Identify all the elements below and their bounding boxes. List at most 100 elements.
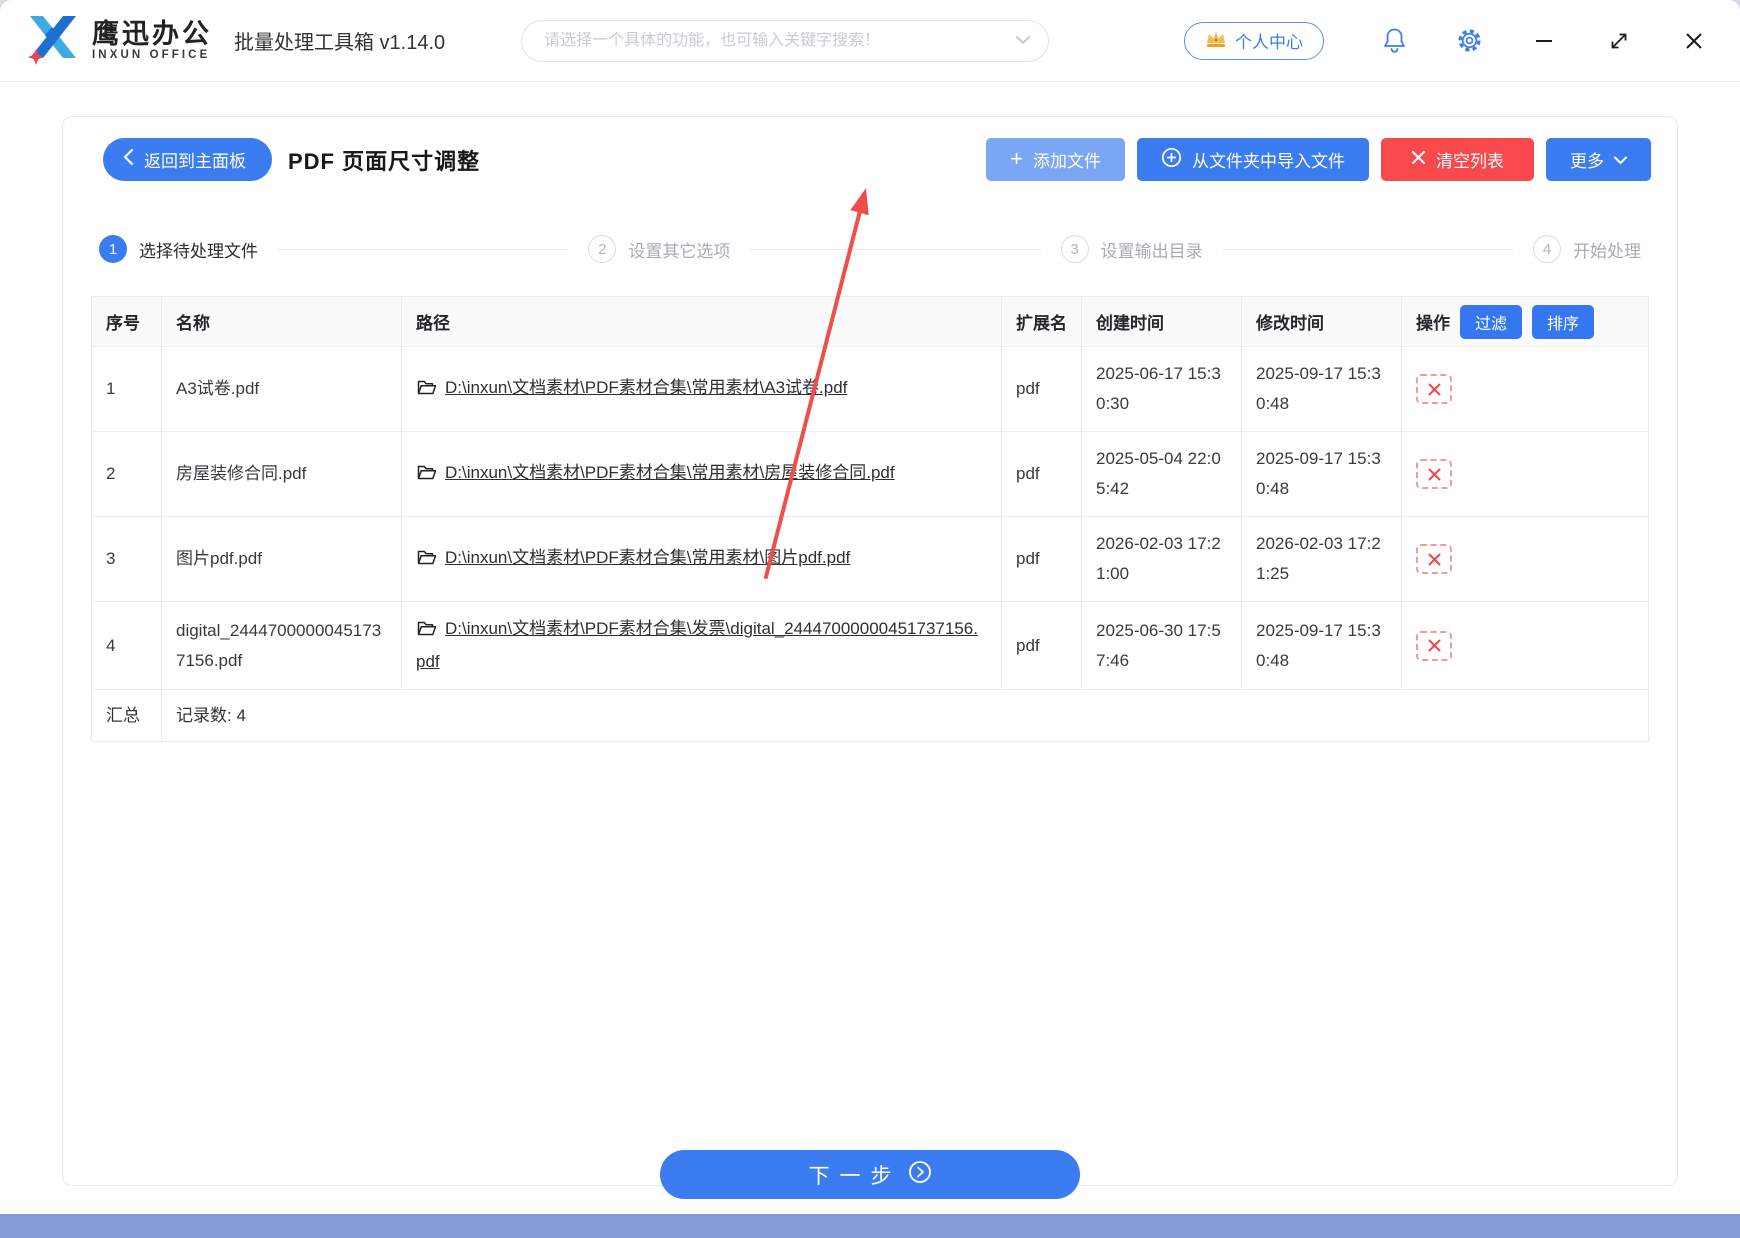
cell-ext: pdf <box>1001 601 1082 690</box>
maximize-button[interactable] <box>1605 27 1633 55</box>
cell-path: D:\inxun\文档素材\PDF素材合集\常用素材\图片pdf.pdf <box>401 516 1002 602</box>
cell-path: D:\inxun\文档素材\PDF素材合集\常用素材\房屋装修合同.pdf <box>401 431 1002 517</box>
step-indicator: 1 选择待处理文件 2 设置其它选项 3 设置输出目录 4 开始处理 <box>63 235 1677 263</box>
more-label: 更多 <box>1570 152 1604 171</box>
back-to-dashboard-button[interactable]: 返回到主面板 <box>103 138 272 181</box>
cell-name: digital_24447000000451737156.pdf <box>161 601 402 690</box>
more-button[interactable]: 更多 <box>1546 138 1651 181</box>
step-3-label: 设置输出目录 <box>1100 241 1203 261</box>
step-4-label: 开始处理 <box>1572 241 1641 261</box>
cell-modified: 2026-02-03 17:21:25 <box>1241 516 1402 602</box>
personal-center-button[interactable]: 个人中心 <box>1184 21 1324 60</box>
cell-name: 图片pdf.pdf <box>161 516 402 602</box>
add-files-button[interactable]: + 添加文件 <box>986 138 1125 181</box>
logo-cn-text: 鹰迅办公 <box>92 19 212 50</box>
step-connector <box>750 248 1041 250</box>
next-step-button[interactable]: 下一步 <box>660 1150 1080 1199</box>
chevron-down-icon[interactable] <box>1016 32 1031 50</box>
back-button-label: 返回到主面板 <box>144 152 246 171</box>
cell-actions <box>1401 601 1649 690</box>
cell-ext: pdf <box>1001 431 1082 517</box>
step-1-select-files: 1 选择待处理文件 <box>99 235 258 263</box>
chevron-left-icon <box>123 148 134 171</box>
delete-row-button[interactable] <box>1416 544 1452 574</box>
step-4-number: 4 <box>1532 235 1561 263</box>
cell-ext: pdf <box>1001 516 1082 602</box>
plus-icon: + <box>1010 145 1023 171</box>
cell-created: 2025-05-04 22:05:42 <box>1081 431 1242 517</box>
open-folder-icon <box>416 376 437 406</box>
cell-index: 2 <box>91 431 162 517</box>
sort-button[interactable]: 排序 <box>1532 304 1595 339</box>
page-title: PDF 页面尺寸调整 <box>288 148 481 174</box>
step-1-number: 1 <box>99 235 127 263</box>
col-header-name: 名称 <box>161 296 402 347</box>
step-connector <box>278 248 569 250</box>
next-step-label: 下一步 <box>808 1164 902 1188</box>
cell-name: 房屋装修合同.pdf <box>161 431 402 517</box>
col-header-modified: 修改时间 <box>1241 296 1402 347</box>
cell-modified: 2025-09-17 15:30:48 <box>1241 431 1402 517</box>
crown-icon <box>1205 29 1227 53</box>
cell-created: 2026-02-03 17:21:00 <box>1081 516 1242 602</box>
app-window: 鹰迅办公 INXUN OFFICE 批量处理工具箱 v1.14.0 个人中心 <box>0 0 1740 1214</box>
clear-list-button[interactable]: 清空列表 <box>1381 138 1534 181</box>
logo-x-icon <box>24 11 80 70</box>
tool-panel: 返回到主面板 PDF 页面尺寸调整 + 添加文件 从文件夹中导入文件 清空列表 … <box>62 116 1678 1186</box>
col-header-index: 序号 <box>91 296 162 347</box>
cell-name: A3试卷.pdf <box>161 346 402 432</box>
delete-row-button[interactable] <box>1416 459 1452 489</box>
cell-index: 3 <box>91 516 162 602</box>
col-header-actions: 操作 过滤 排序 <box>1401 296 1649 347</box>
add-files-label: 添加文件 <box>1033 152 1101 171</box>
desktop-edge-strip <box>0 1214 1740 1238</box>
col-header-path: 路径 <box>401 296 1002 347</box>
circle-plus-icon <box>1161 147 1182 173</box>
circle-arrow-right-icon <box>908 1160 932 1190</box>
file-path-link[interactable]: D:\inxun\文档素材\PDF素材合集\常用素材\A3试卷.pdf <box>445 378 847 397</box>
settings-gear-icon[interactable] <box>1455 27 1483 55</box>
import-folder-label: 从文件夹中导入文件 <box>1192 152 1345 171</box>
open-folder-icon <box>416 617 437 647</box>
step-3-number: 3 <box>1060 235 1089 263</box>
step-2-label: 设置其它选项 <box>628 241 731 261</box>
app-logo: 鹰迅办公 INXUN OFFICE <box>24 11 212 70</box>
close-button[interactable] <box>1680 27 1708 55</box>
col-header-ext: 扩展名 <box>1001 296 1082 347</box>
file-path-link[interactable]: D:\inxun\文档素材\PDF素材合集\发票\digital_2444700… <box>416 619 978 671</box>
summary-row: 汇总 记录数: 4 <box>91 689 1649 742</box>
step-4-start: 4 开始处理 <box>1532 235 1641 263</box>
chevron-down-icon <box>1614 150 1627 170</box>
cell-ext: pdf <box>1001 346 1082 432</box>
delete-row-button[interactable] <box>1416 374 1452 404</box>
topbar: 鹰迅办公 INXUN OFFICE 批量处理工具箱 v1.14.0 个人中心 <box>0 0 1740 82</box>
import-from-folder-button[interactable]: 从文件夹中导入文件 <box>1137 138 1369 181</box>
main-content: 返回到主面板 PDF 页面尺寸调整 + 添加文件 从文件夹中导入文件 清空列表 … <box>0 82 1740 1214</box>
filter-button[interactable]: 过滤 <box>1460 304 1523 339</box>
cell-created: 2025-06-17 15:30:30 <box>1081 346 1242 432</box>
table-row: 4 digital_24447000000451737156.pdf D:\in… <box>91 601 1649 690</box>
search-input[interactable] <box>544 31 1017 50</box>
record-count: 记录数: 4 <box>161 689 1649 742</box>
panel-header: 返回到主面板 PDF 页面尺寸调整 + 添加文件 从文件夹中导入文件 清空列表 … <box>63 117 1677 181</box>
table-row: 3 图片pdf.pdf D:\inxun\文档素材\PDF素材合集\常用素材\图… <box>91 516 1649 602</box>
step-2-options: 2 设置其它选项 <box>588 235 730 263</box>
step-3-output-dir: 3 设置输出目录 <box>1060 235 1203 263</box>
cell-path: D:\inxun\文档素材\PDF素材合集\常用素材\A3试卷.pdf <box>401 346 1002 432</box>
notification-bell-icon[interactable] <box>1380 27 1408 55</box>
app-title: 批量处理工具箱 v1.14.0 <box>234 32 446 54</box>
step-1-label: 选择待处理文件 <box>139 241 258 261</box>
function-search-combobox[interactable] <box>521 19 1050 62</box>
delete-row-button[interactable] <box>1416 630 1452 661</box>
file-path-link[interactable]: D:\inxun\文档素材\PDF素材合集\常用素材\房屋装修合同.pdf <box>445 463 895 482</box>
cell-modified: 2025-09-17 15:30:48 <box>1241 346 1402 432</box>
open-folder-icon <box>416 461 437 491</box>
table-row: 1 A3试卷.pdf D:\inxun\文档素材\PDF素材合集\常用素材\A3… <box>91 346 1649 432</box>
table-row: 2 房屋装修合同.pdf D:\inxun\文档素材\PDF素材合集\常用素材\… <box>91 431 1649 517</box>
col-header-created: 创建时间 <box>1081 296 1242 347</box>
open-folder-icon <box>416 546 437 576</box>
file-path-link[interactable]: D:\inxun\文档素材\PDF素材合集\常用素材\图片pdf.pdf <box>445 548 850 567</box>
minimize-button[interactable] <box>1530 27 1558 55</box>
cell-index: 1 <box>91 346 162 432</box>
logo-en-text: INXUN OFFICE <box>92 48 211 61</box>
